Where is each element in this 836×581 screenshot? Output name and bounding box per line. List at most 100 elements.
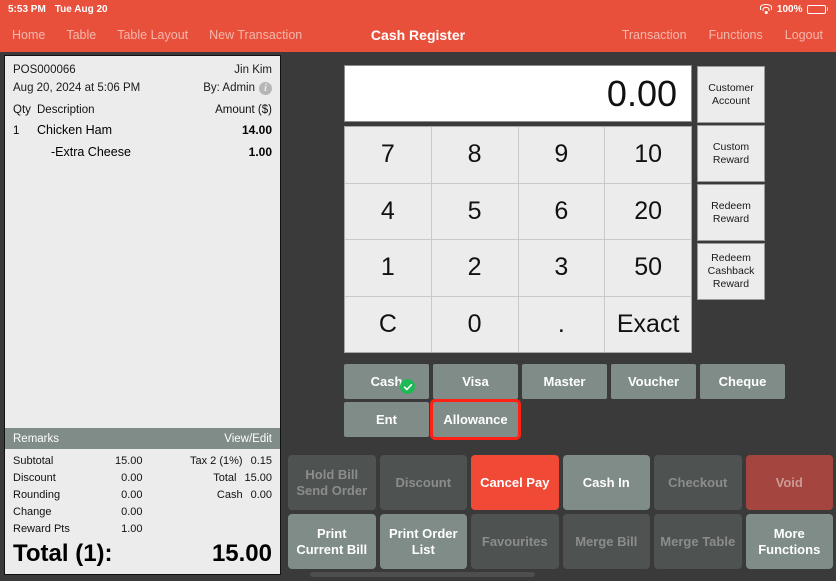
nav-item-table[interactable]: Table (66, 28, 96, 42)
summary-label: Reward Pts (13, 523, 70, 535)
pos-app-window: 5:53 PM Tue Aug 20 100% Home Table Table… (0, 0, 836, 581)
receipt-header-line-2: Aug 20, 2024 at 5:06 PM By: Admin i (13, 80, 272, 97)
keypad-key-5[interactable]: 5 (431, 183, 518, 239)
more-functions-button[interactable]: More Functions (745, 514, 833, 569)
battery-percent-label: 100% (776, 3, 803, 15)
favourites-button[interactable]: Favourites (471, 514, 559, 569)
reward-button-column: Customer Account Custom Reward Redeem Re… (697, 66, 765, 300)
summary-row-total: Total 15.00 (143, 470, 272, 487)
payment-button-master[interactable]: Master (522, 364, 607, 399)
print-order-list-button[interactable]: Print Order List (379, 514, 467, 569)
receipt-summary: Subtotal 15.00 Discount 0.00 Rounding 0.… (5, 449, 280, 574)
info-icon[interactable]: i (259, 82, 272, 95)
redeem-reward-button[interactable]: Redeem Reward (697, 184, 765, 241)
column-header-qty: Qty (13, 104, 31, 116)
amount-display-field[interactable]: 0.00 (344, 65, 692, 122)
keypad-key-2[interactable]: 2 (431, 240, 518, 296)
keypad-key-4[interactable]: 4 (345, 183, 431, 239)
receipt-header-line-1: POS000066 Jin Kim (13, 62, 272, 79)
check-circle-icon (400, 379, 415, 394)
item-amount: 1.00 (248, 145, 272, 159)
status-bar-right: 100% (760, 4, 828, 15)
summary-label: Discount (13, 472, 56, 484)
keypad-key-10[interactable]: 10 (605, 127, 691, 183)
cash-in-button[interactable]: Cash In (562, 455, 650, 510)
keypad-key-50[interactable]: 50 (605, 240, 691, 296)
nav-item-functions[interactable]: Functions (709, 28, 763, 42)
summary-row-cash: Cash 0.00 (143, 487, 272, 504)
order-datetime: Aug 20, 2024 at 5:06 PM (13, 82, 141, 94)
item-qty (13, 142, 37, 163)
nav-right-group: Transaction Functions Logout (622, 18, 823, 52)
keypad-key-0[interactable]: 0 (431, 296, 518, 352)
payment-method-row-2: Ent Allowance (344, 399, 521, 440)
summary-label: Tax 2 (1%) (190, 455, 243, 467)
grand-total-row: Total (1): 15.00 (13, 538, 272, 574)
cashier-name: By: Admin (203, 82, 255, 94)
payment-button-cheque[interactable]: Cheque (700, 364, 785, 399)
payment-button-ent[interactable]: Ent (344, 402, 429, 437)
column-header-amount: Amount ($) (215, 104, 272, 116)
hold-bill-send-order-button[interactable]: Hold Bill Send Order (288, 455, 376, 510)
receipt-column-headers: Qty Description Amount ($) (13, 101, 272, 120)
horizontal-scrollbar[interactable] (310, 572, 535, 577)
keypad-key-exact[interactable]: Exact (605, 296, 691, 352)
summary-value: 0.15 (250, 455, 272, 467)
remarks-label: Remarks (13, 432, 60, 445)
nav-item-home[interactable]: Home (12, 28, 45, 42)
checkout-button[interactable]: Checkout (654, 455, 742, 510)
summary-row-rounding: Rounding 0.00 (13, 487, 143, 504)
payment-button-voucher[interactable]: Voucher (611, 364, 696, 399)
keypad-key-6[interactable]: 6 (518, 183, 605, 239)
keypad-key-3[interactable]: 3 (518, 240, 605, 296)
payment-method-row-1: Cash Visa Master Voucher Cheque (344, 364, 785, 399)
keypad-key-8[interactable]: 8 (431, 127, 518, 183)
keypad-key-clear[interactable]: C (345, 296, 431, 352)
grand-total-label: Total (1): (13, 540, 113, 567)
redeem-cashback-reward-button[interactable]: Redeem Cashback Reward (697, 243, 765, 300)
nav-item-logout[interactable]: Logout (785, 28, 823, 42)
table-row[interactable]: 1 Chicken Ham 14.00 (13, 120, 272, 142)
item-description: -Extra Cheese (51, 145, 131, 159)
table-row[interactable]: -Extra Cheese 1.00 (13, 142, 272, 163)
device-status-bar: 5:53 PM Tue Aug 20 100% (0, 0, 836, 18)
customer-account-button[interactable]: Customer Account (697, 66, 765, 123)
payment-button-allowance[interactable]: Allowance (430, 399, 521, 440)
merge-bill-button[interactable]: Merge Bill (562, 514, 650, 569)
summary-value: 0.00 (121, 506, 143, 518)
payment-button-visa[interactable]: Visa (433, 364, 518, 399)
item-qty: 1 (13, 125, 20, 137)
keypad-key-decimal[interactable]: . (518, 296, 605, 352)
item-description: Chicken Ham (37, 123, 113, 137)
keypad-key-20[interactable]: 20 (605, 183, 691, 239)
nav-item-transaction[interactable]: Transaction (622, 28, 687, 42)
merge-table-button[interactable]: Merge Table (654, 514, 742, 569)
summary-left-column: Subtotal 15.00 Discount 0.00 Rounding 0.… (13, 453, 143, 538)
summary-value: 15.00 (244, 472, 272, 484)
summary-label: Change (13, 506, 52, 518)
keypad-key-1[interactable]: 1 (345, 240, 431, 296)
nav-item-table-layout[interactable]: Table Layout (117, 28, 188, 42)
discount-button[interactable]: Discount (379, 455, 467, 510)
keypad-key-9[interactable]: 9 (518, 127, 605, 183)
customer-name: Jin Kim (234, 64, 272, 76)
receipt-item-list[interactable]: POS000066 Jin Kim Aug 20, 2024 at 5:06 P… (5, 56, 280, 428)
nav-item-new-transaction[interactable]: New Transaction (209, 28, 302, 42)
keypad-key-7[interactable]: 7 (345, 127, 431, 183)
summary-label: Subtotal (13, 455, 54, 467)
summary-value: 1.00 (121, 523, 143, 535)
custom-reward-button[interactable]: Custom Reward (697, 125, 765, 182)
summary-value: 0.00 (121, 472, 143, 484)
column-header-description: Description (37, 104, 95, 116)
void-button[interactable]: Void (745, 455, 833, 510)
remarks-bar[interactable]: Remarks View/Edit (5, 428, 280, 449)
numeric-keypad: 7 8 9 10 4 5 6 20 1 2 3 50 C 0 . Exact (344, 126, 692, 353)
summary-row-discount: Discount 0.00 (13, 470, 143, 487)
summary-grid: Subtotal 15.00 Discount 0.00 Rounding 0.… (13, 453, 272, 538)
view-edit-link[interactable]: View/Edit (224, 433, 272, 445)
cancel-pay-button[interactable]: Cancel Pay (471, 455, 559, 510)
print-current-bill-button[interactable]: Print Current Bill (288, 514, 376, 569)
summary-value: 15.00 (114, 455, 143, 467)
payment-button-cash[interactable]: Cash (344, 364, 429, 399)
summary-row-tax2: Tax 2 (1%) 0.15 (143, 453, 272, 470)
